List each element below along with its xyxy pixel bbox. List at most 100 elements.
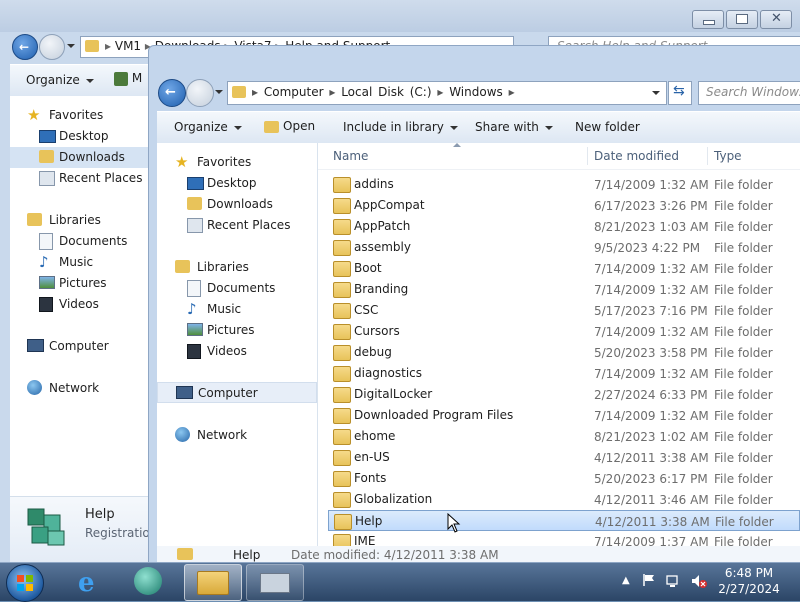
nav-documents[interactable]: Documents <box>157 278 317 299</box>
file-name: Branding <box>354 282 409 296</box>
chevron-down-icon <box>449 125 458 130</box>
front-breadcrumb-windows[interactable]: Windows <box>449 85 503 99</box>
close-button[interactable]: ✕ <box>760 10 792 29</box>
front-recent-pages-chevron-icon[interactable] <box>215 90 223 94</box>
clock-time[interactable]: 6:48 PM <box>714 566 784 580</box>
recent-pages-chevron-icon[interactable] <box>67 44 75 48</box>
nav-network[interactable]: Network <box>157 425 317 446</box>
clock-date[interactable]: 2/27/2024 <box>714 582 784 596</box>
back-nav-network-label: Network <box>49 381 100 395</box>
nav-libraries[interactable]: Libraries <box>157 257 317 278</box>
back-window-titlebar[interactable]: ✕ <box>0 0 800 32</box>
file-row[interactable]: Help 4/12/2011 3:38 AM File folder <box>328 510 800 531</box>
network-icon <box>27 380 42 395</box>
file-row[interactable]: IME 7/14/2009 1:37 AM File folder <box>328 531 800 546</box>
include-in-library-button[interactable]: Include in library <box>343 120 458 134</box>
nav-videos[interactable]: Videos <box>157 341 317 362</box>
file-row[interactable]: DigitalLocker 2/27/2024 6:33 PM File folde… <box>328 384 800 405</box>
address-history-chevron-icon[interactable] <box>652 91 660 95</box>
back-nav-computer[interactable]: Computer <box>10 336 150 357</box>
nav-favorites[interactable]: ★ Favorites <box>157 152 317 173</box>
minimize-button[interactable] <box>692 10 724 29</box>
front-address-bar[interactable]: ▸ Computer ▸ Local Disk (C:) ▸ Windows ▸ <box>227 81 667 105</box>
column-header-name[interactable]: Name <box>333 143 368 169</box>
back-nav-videos[interactable]: Videos <box>10 294 150 315</box>
organize-button[interactable]: Organize <box>174 120 242 134</box>
file-name: DigitalLocker <box>354 387 433 401</box>
file-type: File folder <box>714 178 773 192</box>
file-row[interactable]: Boot 7/14/2009 1:32 AM File folder <box>328 258 800 279</box>
file-list: Name Date modified Type addins 7/14/2009 … <box>318 143 800 546</box>
back-breadcrumb-0[interactable]: VM1 <box>115 39 141 53</box>
open-folder-icon <box>264 120 279 133</box>
file-row[interactable]: debug 5/20/2023 3:58 PM File folder <box>328 342 800 363</box>
back-nav-downloads[interactable]: Downloads <box>10 147 150 168</box>
back-nav-documents[interactable]: Documents <box>10 231 150 252</box>
file-type: File folder <box>714 220 773 234</box>
nav-desktop[interactable]: Desktop <box>157 173 317 194</box>
close-icon: ✕ <box>771 11 782 26</box>
nav-pictures[interactable]: Pictures <box>157 320 317 341</box>
column-header-type[interactable]: Type <box>714 143 742 169</box>
front-search-input[interactable]: Search Windows <box>698 81 800 105</box>
nav-downloads[interactable]: Downloads <box>157 194 317 215</box>
back-nav-libraries[interactable]: Libraries <box>10 210 150 231</box>
back-arrow-icon[interactable]: ← <box>12 34 38 60</box>
volume-muted-icon[interactable] <box>690 573 708 589</box>
front-breadcrumb-local-disk[interactable]: Local Disk (C:) <box>341 85 431 99</box>
internet-explorer-taskbar-button[interactable]: e <box>68 564 112 599</box>
refresh-button[interactable]: ⇆ <box>668 81 692 105</box>
front-back-arrow-icon[interactable]: ← <box>158 79 186 107</box>
back-nav-music[interactable]: ♪ Music <box>10 252 150 273</box>
refresh-icon: ⇆ <box>673 83 685 99</box>
file-row[interactable]: AppCompat 6/17/2023 3:26 PM File folder <box>328 195 800 216</box>
file-row[interactable]: Cursors 7/14/2009 1:32 AM File folder <box>328 321 800 342</box>
show-hidden-icons-icon[interactable]: ▲ <box>622 575 630 586</box>
windows-explorer-taskbar-button[interactable] <box>184 564 242 601</box>
back-nav-recent-places[interactable]: Recent Places <box>10 168 150 189</box>
file-row[interactable]: ehome 8/21/2023 1:02 AM File folder <box>328 426 800 447</box>
action-center-flag-icon[interactable] <box>642 573 656 587</box>
maximize-button[interactable] <box>726 10 758 29</box>
status-date: Date modified: 4/12/2011 3:38 AM <box>291 548 499 562</box>
column-header-date-modified[interactable]: Date modified <box>594 143 679 169</box>
file-row[interactable]: Globalization 4/12/2011 3:46 AM File folde… <box>328 489 800 510</box>
back-nav-desktop[interactable]: Desktop <box>10 126 150 147</box>
file-row[interactable]: Downloaded Program Files 7/14/2009 1:32 A… <box>328 405 800 426</box>
file-type: File folder <box>714 346 773 360</box>
file-row[interactable]: addins 7/14/2009 1:32 AM File folder <box>328 174 800 195</box>
back-nav-favorites[interactable]: ★ Favorites <box>10 105 150 126</box>
nav-computer[interactable]: Computer <box>157 382 317 403</box>
file-row[interactable]: AppPatch 8/21/2023 1:03 AM File folder <box>328 216 800 237</box>
back-nav-pictures[interactable]: Pictures <box>10 273 150 294</box>
back-toolbar-more-button[interactable]: M <box>114 71 142 86</box>
file-row[interactable]: en-US 4/12/2011 3:38 AM File folder <box>328 447 800 468</box>
file-row[interactable]: Fonts 5/20/2023 6:17 PM File folder <box>328 468 800 489</box>
start-button[interactable] <box>6 564 44 602</box>
new-folder-button[interactable]: New folder <box>575 120 640 134</box>
nav-recent-places[interactable]: Recent Places <box>157 215 317 236</box>
back-nav-network[interactable]: Network <box>10 378 150 399</box>
file-row[interactable]: diagnostics 7/14/2009 1:32 AM File folder <box>328 363 800 384</box>
front-toolbar: Organize Open Include in library Share w… <box>157 111 800 144</box>
share-with-button[interactable]: Share with <box>475 120 553 134</box>
media-app-taskbar-button[interactable] <box>124 564 174 599</box>
open-button[interactable]: Open <box>264 119 315 133</box>
file-row[interactable]: CSC 5/17/2023 7:16 PM File folder <box>328 300 800 321</box>
back-organize-button[interactable]: Organize <box>26 73 94 87</box>
star-icon: ★ <box>27 106 41 124</box>
front-breadcrumb-computer[interactable]: Computer <box>264 85 324 99</box>
front-forward-arrow-icon[interactable] <box>186 79 214 107</box>
folder-icon <box>333 366 351 382</box>
folder-icon <box>333 261 351 277</box>
file-name: AppPatch <box>354 219 411 233</box>
file-row[interactable]: Branding 7/14/2009 1:32 AM File folder <box>328 279 800 300</box>
file-name: ehome <box>354 429 396 443</box>
file-type: File folder <box>714 367 773 381</box>
network-tray-icon[interactable] <box>666 573 682 589</box>
front-search-placeholder: Search Windows <box>706 85 800 99</box>
forward-arrow-icon[interactable] <box>39 34 65 60</box>
control-panel-taskbar-button[interactable] <box>246 564 304 601</box>
nav-music[interactable]: ♪ Music <box>157 299 317 320</box>
file-row[interactable]: assembly 9/5/2023 4:22 PM File folder <box>328 237 800 258</box>
